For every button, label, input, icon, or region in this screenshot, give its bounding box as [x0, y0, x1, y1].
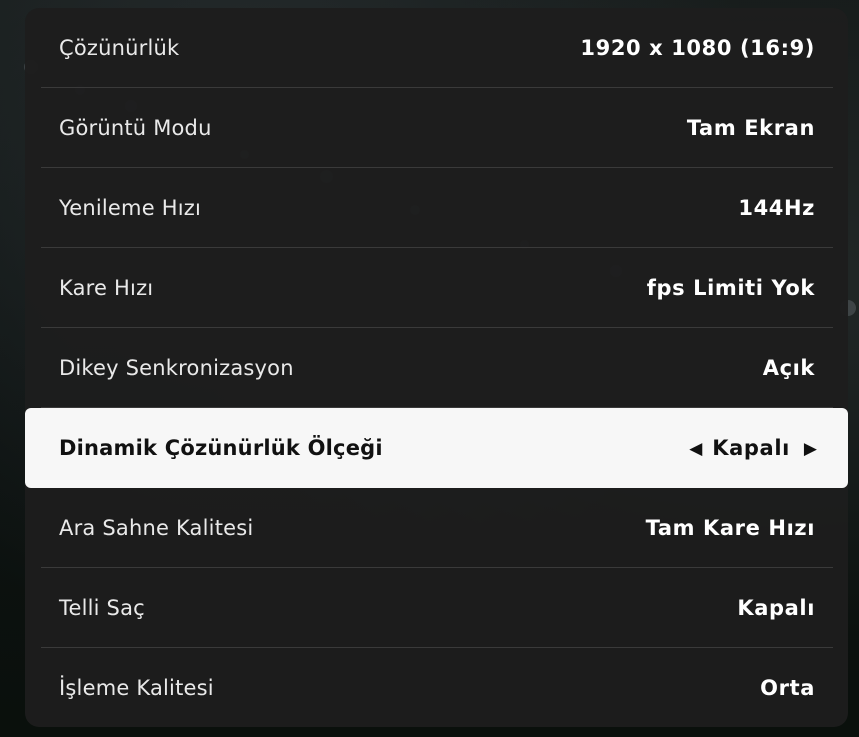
setting-label: Çözünürlük: [59, 35, 180, 60]
setting-row-dynamic-resolution-scale[interactable]: Dinamik Çözünürlük Ölçeği ◀ Kapalı ▶: [25, 408, 848, 488]
caret-right-icon[interactable]: ▶: [804, 440, 817, 457]
setting-row-refresh-rate[interactable]: Yenileme Hızı 144Hz: [41, 168, 833, 248]
caret-left-icon[interactable]: ◀: [689, 440, 702, 457]
setting-row-cutscene-quality[interactable]: Ara Sahne Kalitesi Tam Kare Hızı: [41, 488, 833, 568]
setting-label: Görüntü Modu: [59, 115, 212, 140]
setting-row-frame-rate[interactable]: Kare Hızı fps Limiti Yok: [41, 248, 833, 328]
setting-row-resolution[interactable]: Çözünürlük 1920 x 1080 (16:9): [41, 8, 833, 88]
setting-label: Telli Saç: [59, 595, 145, 620]
video-settings-panel: Çözünürlük 1920 x 1080 (16:9) Görüntü Mo…: [25, 8, 848, 727]
setting-row-vsync[interactable]: Dikey Senkronizasyon Açık: [41, 328, 833, 408]
setting-value: 144Hz: [738, 195, 815, 220]
setting-value: Kapalı: [712, 436, 790, 460]
setting-value: fps Limiti Yok: [646, 275, 815, 300]
option-selector[interactable]: ◀ Kapalı ▶: [689, 436, 817, 460]
setting-label: Dinamik Çözünürlük Ölçeği: [59, 436, 383, 460]
setting-value: Orta: [760, 676, 815, 700]
setting-value: Kapalı: [737, 595, 815, 620]
setting-row-display-mode[interactable]: Görüntü Modu Tam Ekran: [41, 88, 833, 168]
setting-label: İşleme Kalitesi: [59, 676, 214, 700]
setting-value: Tam Ekran: [686, 115, 815, 140]
setting-row-rendering-quality[interactable]: İşleme Kalitesi Orta: [41, 648, 833, 728]
setting-row-strand-hair[interactable]: Telli Saç Kapalı: [41, 568, 833, 648]
setting-label: Yenileme Hızı: [59, 195, 201, 220]
setting-label: Kare Hızı: [59, 275, 154, 300]
setting-value: Tam Kare Hızı: [645, 515, 815, 540]
setting-value: Açık: [762, 355, 815, 380]
setting-label: Dikey Senkronizasyon: [59, 355, 294, 380]
setting-value: 1920 x 1080 (16:9): [580, 35, 815, 60]
setting-label: Ara Sahne Kalitesi: [59, 515, 254, 540]
